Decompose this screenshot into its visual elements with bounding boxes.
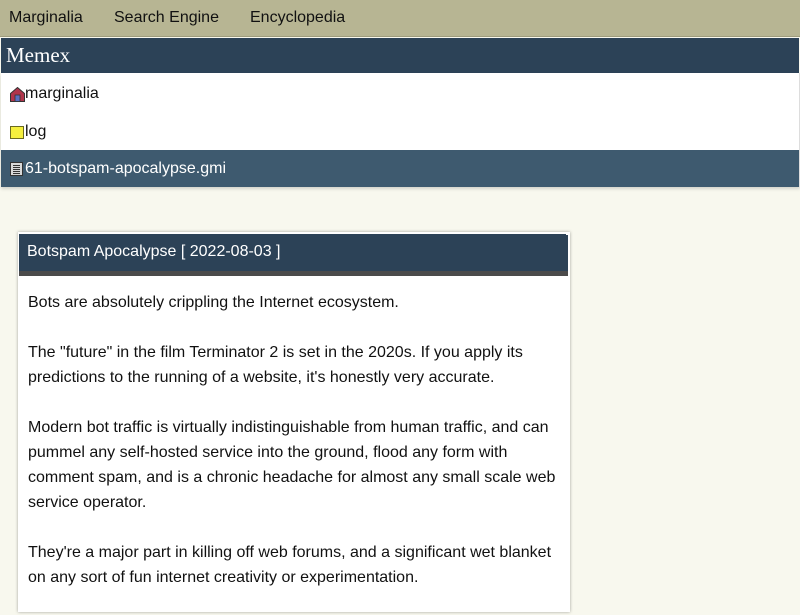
article-paragraph: Bots are absolutely crippling the Intern… <box>28 294 399 311</box>
file-icon <box>10 162 23 176</box>
article-paragraph: Modern bot traffic is virtually indistin… <box>28 419 556 511</box>
nav-link-search-engine[interactable]: Search Engine <box>114 9 219 27</box>
breadcrumb-item-current-file[interactable]: 61-botspam-apocalypse.gmi <box>1 150 799 187</box>
article-paragraph: The "future" in the film Terminator 2 is… <box>28 344 523 386</box>
memex-title: Memex <box>1 38 799 73</box>
breadcrumb-label: log <box>25 123 47 140</box>
top-navigation: Marginalia Search Engine Encyclopedia <box>0 0 800 37</box>
breadcrumb-item-log[interactable]: log <box>1 113 799 151</box>
article-paragraph: They're a major part in killing off web … <box>28 544 552 586</box>
article-header: Botspam Apocalypse [ 2022-08-03 ] <box>19 234 568 276</box>
article-body: Bots are absolutely crippling the Intern… <box>28 290 563 615</box>
card-corner-decoration <box>566 232 569 235</box>
breadcrumb-label: marginalia <box>25 85 99 102</box>
breadcrumb-item-marginalia[interactable]: marginalia <box>1 75 799 113</box>
article-card: Botspam Apocalypse [ 2022-08-03 ] Bots a… <box>18 232 570 612</box>
article-title: Botspam Apocalypse [ 2022-08-03 ] <box>27 243 281 260</box>
nav-link-encyclopedia[interactable]: Encyclopedia <box>250 9 345 27</box>
folder-icon <box>10 126 24 139</box>
nav-link-marginalia[interactable]: Marginalia <box>9 9 83 27</box>
breadcrumb: marginalia log 61-botspam-apocalypse.gmi <box>1 73 800 187</box>
house-icon <box>10 87 25 102</box>
breadcrumb-label: 61-botspam-apocalypse.gmi <box>25 160 226 177</box>
